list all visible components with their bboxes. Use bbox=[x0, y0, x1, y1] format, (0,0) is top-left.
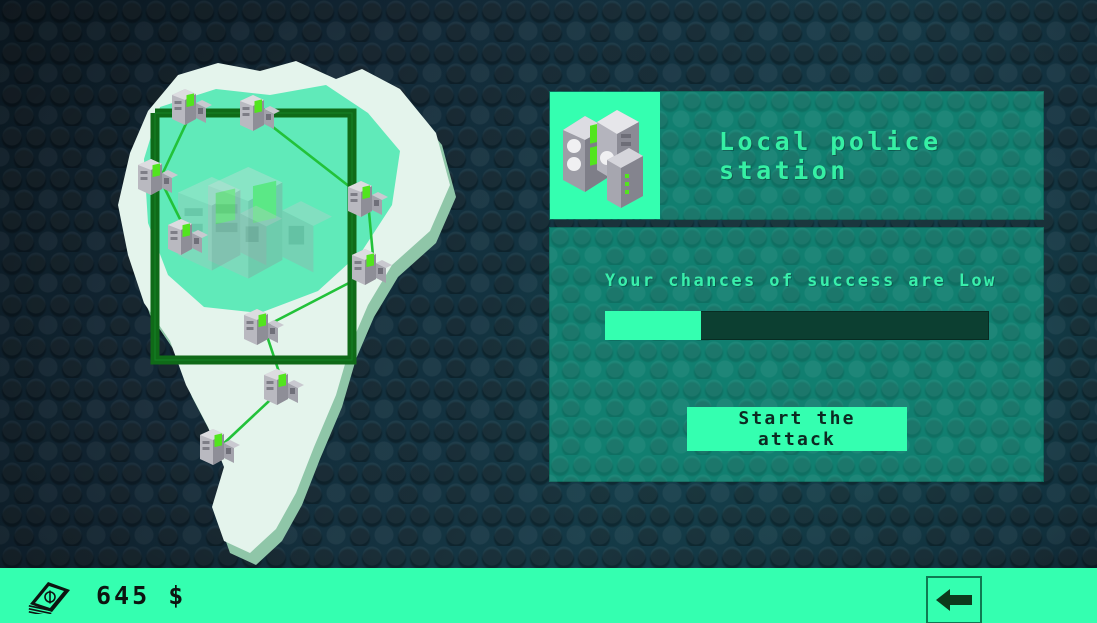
target-title: Local police station bbox=[719, 126, 942, 185]
server-rack-icon bbox=[563, 109, 643, 208]
money-stack-icon bbox=[28, 581, 70, 614]
map-svg bbox=[118, 61, 456, 565]
target-header-panel: Local police station bbox=[549, 91, 1044, 220]
start-attack-button[interactable]: Start the attack bbox=[687, 407, 907, 451]
success-chance-bar-fill bbox=[605, 311, 701, 340]
money-amount: 645 $ bbox=[96, 581, 187, 610]
world-map[interactable] bbox=[100, 55, 480, 565]
attack-detail-panel: Your chances of success are Low Start th… bbox=[549, 227, 1044, 482]
success-chance-bar bbox=[605, 311, 989, 340]
arrow-left-icon bbox=[936, 589, 972, 611]
back-button[interactable] bbox=[926, 576, 982, 623]
game-screen: Local police station Your chances of suc… bbox=[0, 0, 1097, 623]
target-thumbnail bbox=[550, 92, 660, 219]
success-chance-label: Your chances of success are Low bbox=[605, 271, 997, 291]
status-bar: 645 $ bbox=[0, 568, 1097, 623]
